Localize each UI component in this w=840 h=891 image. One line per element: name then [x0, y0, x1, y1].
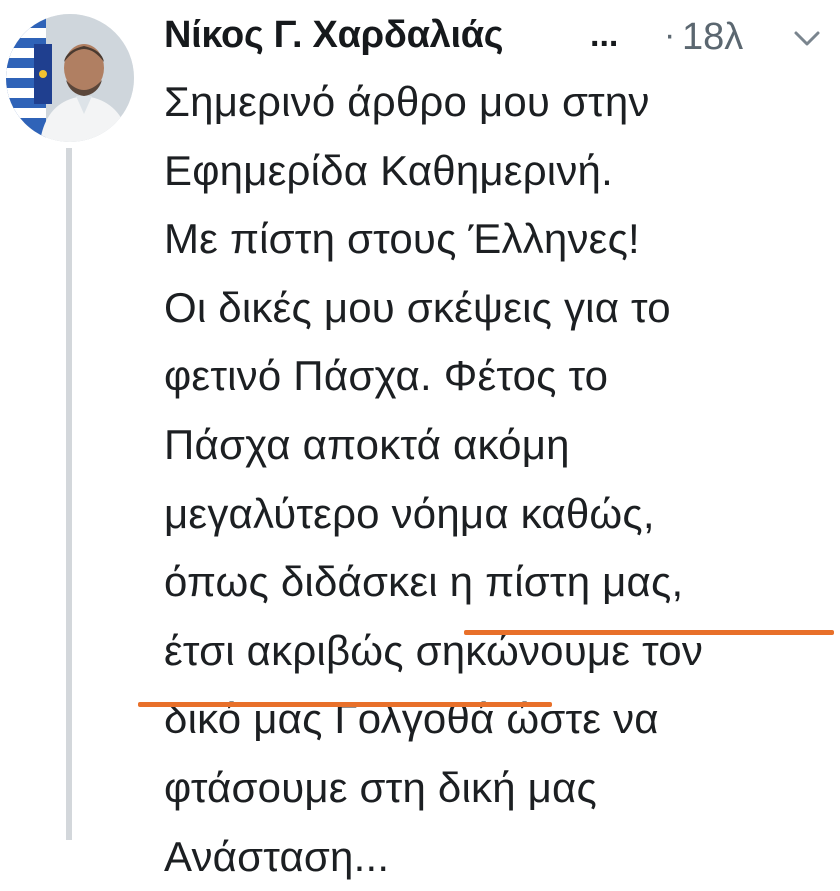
highlight-underline — [138, 702, 552, 707]
highlight-underline — [464, 630, 834, 635]
tweet-text-line: Ανάσταση... — [164, 832, 390, 880]
author-name[interactable]: Νίκος Γ. Χαρδαλιάς — [164, 14, 504, 57]
profile-photo — [6, 14, 134, 142]
thread-connector-line — [66, 148, 72, 840]
tweet-body: Σημερινό άρθρο μου στην Εφημερίδα Καθημε… — [164, 68, 834, 891]
tweet-text-line: φετινό Πάσχα. Φέτος το — [164, 352, 609, 400]
tweet-text-line: Εφημερίδα Καθημερινή. — [164, 146, 613, 194]
meta-separator: · — [664, 16, 676, 54]
tweet-text-line: Με πίστη στους Έλληνες! — [164, 215, 640, 263]
tweet-text-line: έτσι ακριβώς σηκώνουμε τον — [164, 626, 704, 674]
tweet-text-line: φτάσουμε στη δική μας — [164, 763, 597, 811]
tweet-header: Νίκος Γ. Χαρδαλιάς ... · 18λ — [164, 8, 840, 68]
tweet-text-line: Οι δικές μου σκέψεις για το — [164, 283, 671, 331]
tweet-text-line: όπως διδάσκει η πίστη μας, — [164, 558, 684, 606]
avatar[interactable] — [6, 14, 134, 142]
name-truncation: ... — [590, 16, 619, 54]
tweet-text-line: δικό μας Γολγοθά ώστε να — [164, 695, 659, 743]
tweet-timestamp[interactable]: 18λ — [682, 16, 743, 59]
tweet-text-line: Πάσχα αποκτά ακόμη — [164, 420, 570, 468]
chevron-down-icon[interactable] — [792, 26, 822, 50]
tweet-text-line: Σημερινό άρθρο μου στην — [164, 78, 650, 125]
tweet-text-line: μεγαλύτερο νόημα καθώς, — [164, 489, 655, 537]
